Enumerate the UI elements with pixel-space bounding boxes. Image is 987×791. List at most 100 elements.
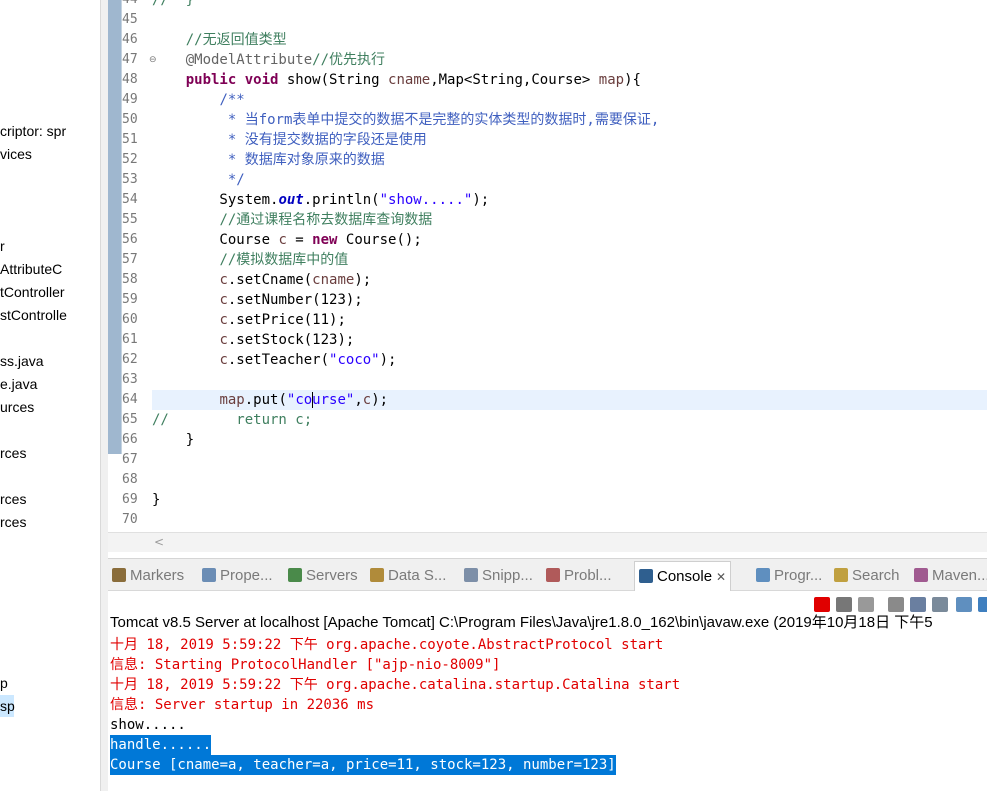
view-icon	[914, 568, 928, 582]
line-number: 68	[122, 472, 138, 487]
tab-progr[interactable]: Progr...	[756, 565, 822, 587]
console-line[interactable]: handle......	[110, 735, 212, 755]
line-number: 55	[122, 212, 138, 227]
explorer-item[interactable]: rces	[0, 488, 26, 510]
code-line[interactable]: }	[152, 430, 194, 450]
word-wrap-icon[interactable]	[932, 597, 948, 612]
panel-tab-bar: Markers Prope... Servers Data S... Snipp... P…	[108, 559, 987, 591]
tab-markers[interactable]: Markers	[112, 565, 184, 587]
tab-search[interactable]: Search	[834, 565, 900, 587]
line-number: 70	[122, 512, 138, 527]
tab-label: Progr...	[774, 567, 823, 584]
explorer-item[interactable]: AttributeC	[0, 258, 62, 280]
explorer-item[interactable]: ss.java	[0, 350, 44, 372]
code-line[interactable]: System.out.println("show.....");	[152, 190, 489, 210]
explorer-item[interactable]: sp	[0, 695, 15, 717]
tab-maven[interactable]: Maven...	[914, 565, 987, 587]
project-explorer: criptor: spr vices r AttributeC tController s…	[0, 0, 100, 791]
console-vertical-scrollbar[interactable]	[966, 635, 987, 791]
console-line[interactable]: show.....	[110, 715, 186, 735]
scroll-lock-icon[interactable]	[910, 597, 926, 612]
code-line[interactable]: c.setCname(cname);	[152, 270, 371, 290]
code-line[interactable]: * 当form表单中提交的数据不是完整的实体类型的数据时,需要保证,	[152, 110, 659, 130]
console-line[interactable]: Course [cname=a, teacher=a, price=11, st…	[110, 755, 616, 775]
explorer-item[interactable]: rces	[0, 442, 26, 464]
close-icon[interactable]: ✕	[716, 570, 726, 584]
code-line[interactable]: map.put("course",c);	[152, 390, 987, 410]
code-line[interactable]: // return c;	[152, 410, 312, 430]
line-number: 65	[122, 412, 138, 427]
clear-console-icon[interactable]	[888, 597, 904, 612]
tab-label: Servers	[306, 567, 358, 584]
explorer-item[interactable]: stControlle	[0, 304, 67, 326]
display-console-icon[interactable]	[978, 597, 987, 612]
code-line[interactable]: public void show(String cname,Map<String…	[152, 70, 641, 90]
view-icon	[834, 568, 848, 582]
code-line[interactable]: * 数据库对象原来的数据	[152, 150, 385, 170]
tab-console[interactable]: Console ✕	[634, 561, 732, 591]
line-number: 67	[122, 452, 138, 467]
line-number: 54	[122, 192, 138, 207]
tab-probl[interactable]: Probl...	[546, 565, 612, 587]
tab-servers[interactable]: Servers	[288, 565, 358, 587]
code-line[interactable]: }	[152, 490, 160, 510]
explorer-item[interactable]: p	[0, 672, 8, 694]
overview-change-bar	[108, 0, 122, 454]
line-number: 53	[122, 172, 138, 187]
line-number: 50	[122, 112, 138, 127]
code-line[interactable]: //无返回值类型	[152, 30, 287, 50]
line-number-ruler: 44454647⊖4849505152535455565758596061626…	[122, 0, 157, 532]
code-line[interactable]: c.setPrice(11);	[152, 310, 345, 330]
tab-prope[interactable]: Prope...	[202, 565, 273, 587]
tab-label: Prope...	[220, 567, 273, 584]
console-line[interactable]: 信息: Starting ProtocolHandler ["ajp-nio-8…	[110, 655, 500, 675]
code-line[interactable]: //模拟数据库中的值	[152, 250, 348, 270]
explorer-item[interactable]: r	[0, 235, 5, 257]
remove-launch-icon[interactable]	[836, 597, 852, 612]
pin-console-icon[interactable]	[956, 597, 972, 612]
explorer-divider[interactable]	[100, 0, 108, 791]
terminate-icon[interactable]	[814, 597, 830, 612]
code-line[interactable]: Course c = new Course();	[152, 230, 421, 250]
remove-all-icon[interactable]	[858, 597, 874, 612]
explorer-item[interactable]: urces	[0, 396, 34, 418]
line-number: 66	[122, 432, 138, 447]
line-number: 52	[122, 152, 138, 167]
tab-label: Markers	[130, 567, 185, 584]
tab-label: Probl...	[564, 567, 612, 584]
scroll-left-icon[interactable]: <	[154, 535, 164, 549]
line-number: 58	[122, 272, 138, 287]
line-number: 64	[122, 392, 138, 407]
explorer-item[interactable]: rces	[0, 511, 26, 533]
console-toolbar	[808, 593, 987, 615]
console-line[interactable]: 十月 18, 2019 5:59:22 下午 org.apache.coyote…	[110, 635, 663, 655]
code-line[interactable]: /**	[152, 90, 244, 110]
tab-datas[interactable]: Data S...	[370, 565, 446, 587]
code-line[interactable]: c.setNumber(123);	[152, 290, 362, 310]
tab-snipp[interactable]: Snipp...	[464, 565, 533, 587]
view-icon	[639, 569, 653, 583]
console-title: Tomcat v8.5 Server at localhost [Apache …	[110, 614, 933, 631]
code-line[interactable]: c.setStock(123);	[152, 330, 354, 350]
code-line[interactable]: */	[152, 170, 245, 190]
explorer-item[interactable]: e.java	[0, 373, 37, 395]
view-icon	[756, 568, 770, 582]
code-area[interactable]: // } //无返回值类型 @ModelAttribute//优先执行 publ…	[152, 0, 987, 532]
line-number: 45	[122, 12, 138, 27]
code-line[interactable]: // }	[152, 0, 194, 10]
code-line[interactable]: * 没有提交数据的字段还是使用	[152, 130, 427, 150]
line-number: 61	[122, 332, 138, 347]
explorer-item[interactable]: criptor: spr	[0, 120, 66, 142]
code-line[interactable]: c.setTeacher("coco");	[152, 350, 396, 370]
code-line[interactable]: //通过课程名称去数据库查询数据	[152, 210, 432, 230]
explorer-item[interactable]: vices	[0, 143, 32, 165]
line-number: 56	[122, 232, 138, 247]
code-line[interactable]: @ModelAttribute//优先执行	[152, 50, 385, 70]
view-icon	[546, 568, 560, 582]
explorer-item[interactable]: tController	[0, 281, 65, 303]
console-line[interactable]: 信息: Server startup in 22036 ms	[110, 695, 374, 715]
editor-horizontal-scrollbar[interactable]: <	[108, 532, 987, 552]
line-number: 57	[122, 252, 138, 267]
code-editor[interactable]: 44454647⊖4849505152535455565758596061626…	[108, 0, 987, 552]
console-line[interactable]: 十月 18, 2019 5:59:22 下午 org.apache.catali…	[110, 675, 680, 695]
